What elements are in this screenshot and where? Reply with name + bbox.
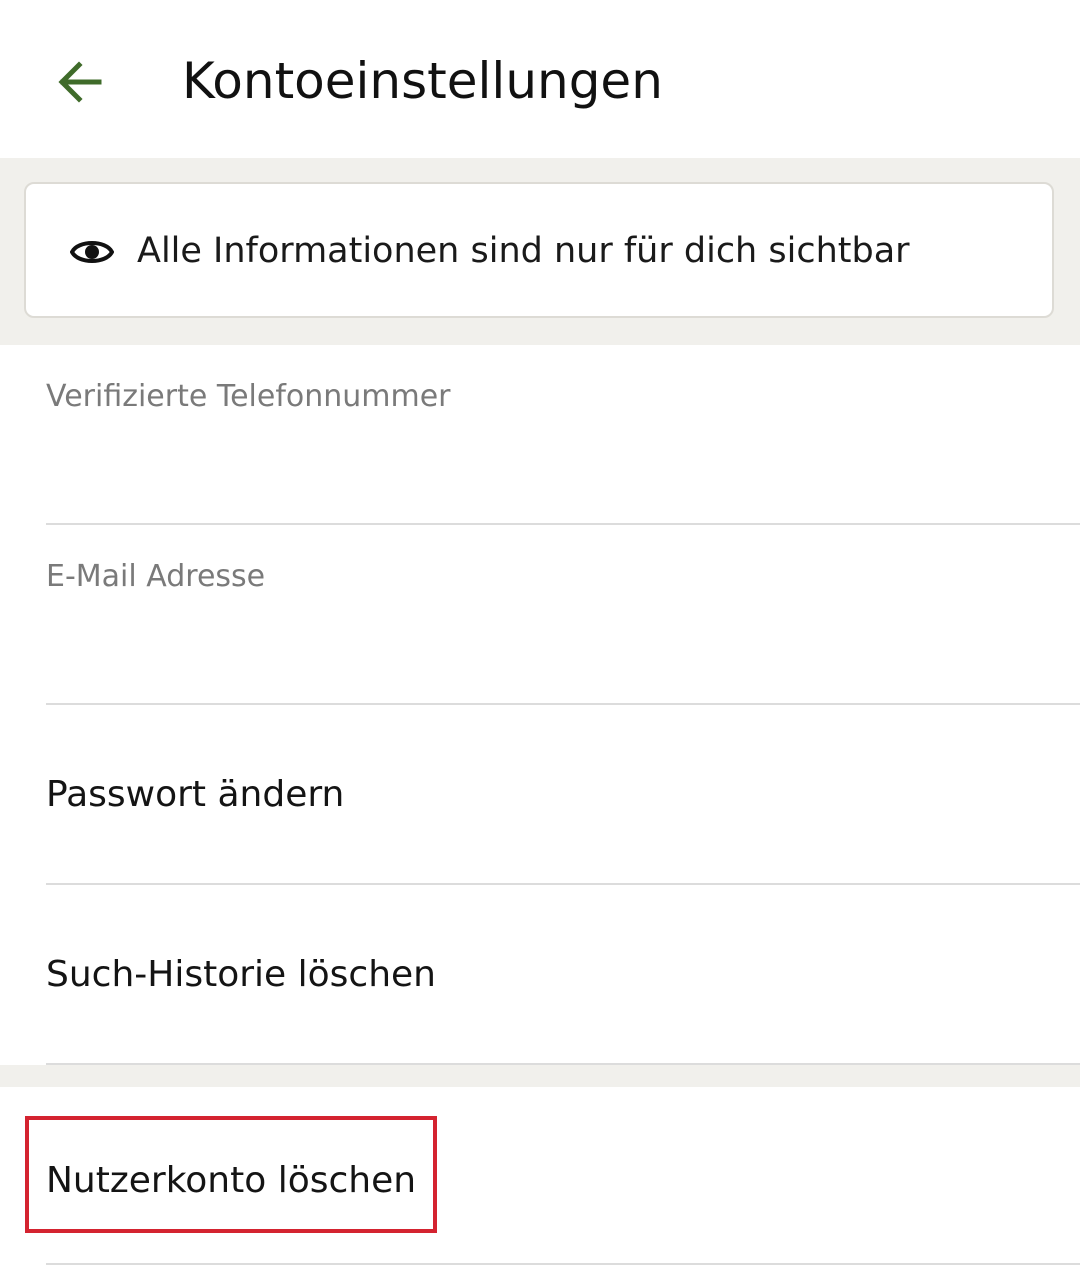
eye-icon bbox=[70, 241, 114, 263]
change-password-button[interactable]: Passwort ändern bbox=[46, 705, 1080, 885]
phone-field[interactable]: Verifizierte Telefonnummer bbox=[46, 345, 1080, 525]
page-title: Kontoeinstellungen bbox=[182, 52, 663, 110]
email-field-label: E-Mail Adresse bbox=[46, 559, 266, 594]
change-password-label: Passwort ändern bbox=[46, 774, 345, 815]
app-bar: Kontoeinstellungen bbox=[0, 0, 1080, 158]
delete-account-button[interactable]: Nutzerkonto löschen bbox=[46, 1087, 1080, 1265]
section-divider bbox=[0, 1065, 1080, 1087]
phone-field-label: Verifizierte Telefonnummer bbox=[46, 379, 451, 414]
arrow-left-icon bbox=[58, 61, 102, 103]
clear-search-history-label: Such-Historie löschen bbox=[46, 954, 436, 995]
clear-search-history-button[interactable]: Such-Historie löschen bbox=[46, 885, 1080, 1065]
back-button[interactable] bbox=[40, 42, 120, 122]
privacy-info-text: Alle Informationen sind nur für dich sic… bbox=[137, 231, 910, 271]
privacy-info-card: Alle Informationen sind nur für dich sic… bbox=[24, 182, 1054, 318]
info-banner-section: Alle Informationen sind nur für dich sic… bbox=[0, 158, 1080, 345]
email-field[interactable]: E-Mail Adresse bbox=[46, 525, 1080, 705]
delete-account-label: Nutzerkonto löschen bbox=[46, 1160, 417, 1201]
